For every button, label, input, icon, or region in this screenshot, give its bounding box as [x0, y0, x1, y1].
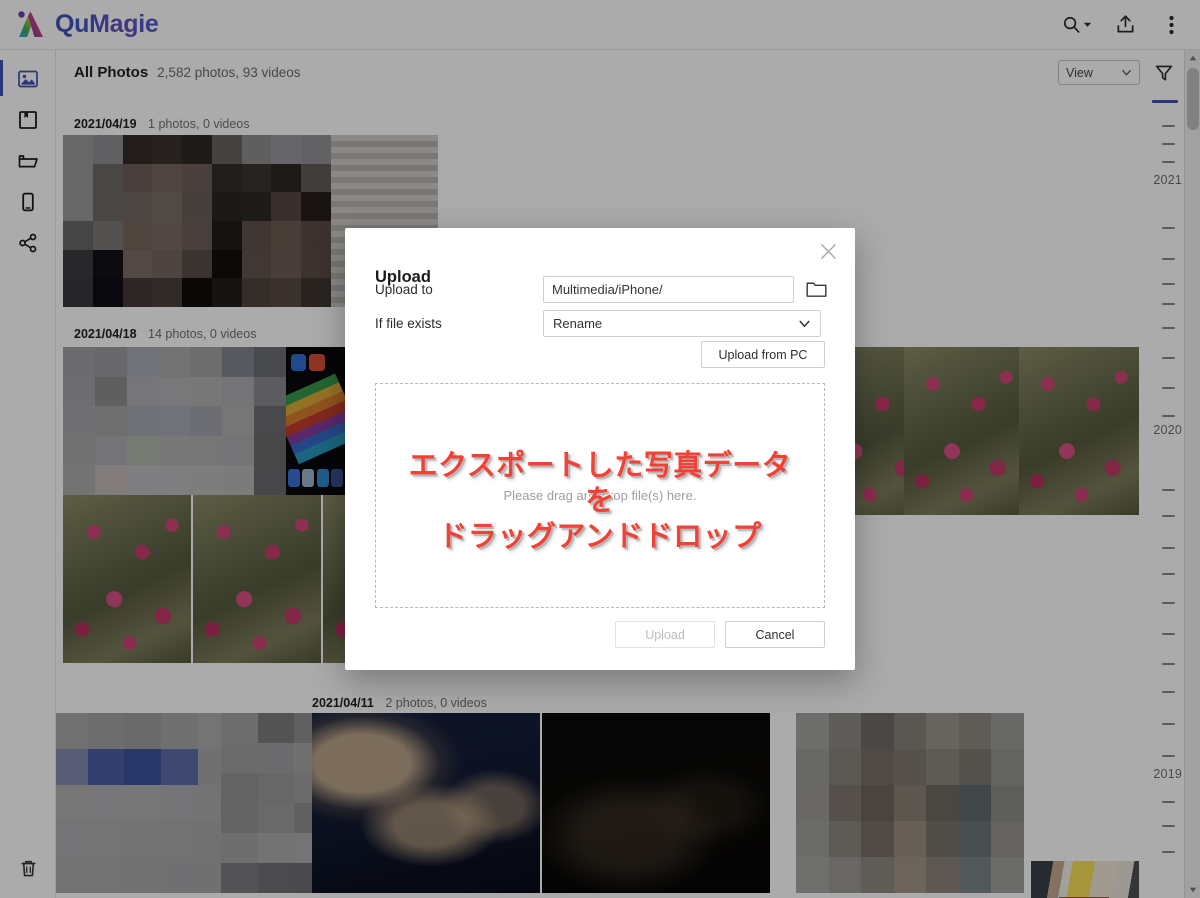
upload-button-label: Upload: [645, 627, 685, 642]
upload-to-label: Upload to: [375, 282, 433, 297]
cancel-button[interactable]: Cancel: [725, 621, 825, 648]
upload-from-pc-label: Upload from PC: [718, 347, 808, 362]
if-file-exists-row: If file exists Rename: [375, 310, 827, 337]
if-file-exists-label: If file exists: [375, 316, 442, 331]
upload-dialog: Upload Upload to If file exists Rename: [345, 228, 855, 670]
folder-open-icon[interactable]: [806, 280, 827, 299]
dropzone-hint: Please drag and drop file(s) here.: [503, 488, 697, 503]
upload-to-input[interactable]: [543, 276, 794, 303]
close-icon[interactable]: [813, 236, 843, 266]
file-dropzone[interactable]: Please drag and drop file(s) here.: [375, 383, 825, 608]
upload-button[interactable]: Upload: [615, 621, 715, 648]
cancel-button-label: Cancel: [755, 627, 795, 642]
qumagie-app-window: QuMagie All Photos 2,582 photos, 93 vide…: [0, 0, 1200, 898]
if-file-exists-value: Rename: [553, 316, 603, 331]
if-file-exists-select[interactable]: Rename: [543, 310, 821, 337]
upload-to-row: Upload to: [375, 276, 827, 303]
chevron-down-icon: [799, 320, 810, 328]
dialog-footer: Upload Cancel: [345, 621, 855, 648]
upload-from-pc-button[interactable]: Upload from PC: [701, 341, 825, 368]
